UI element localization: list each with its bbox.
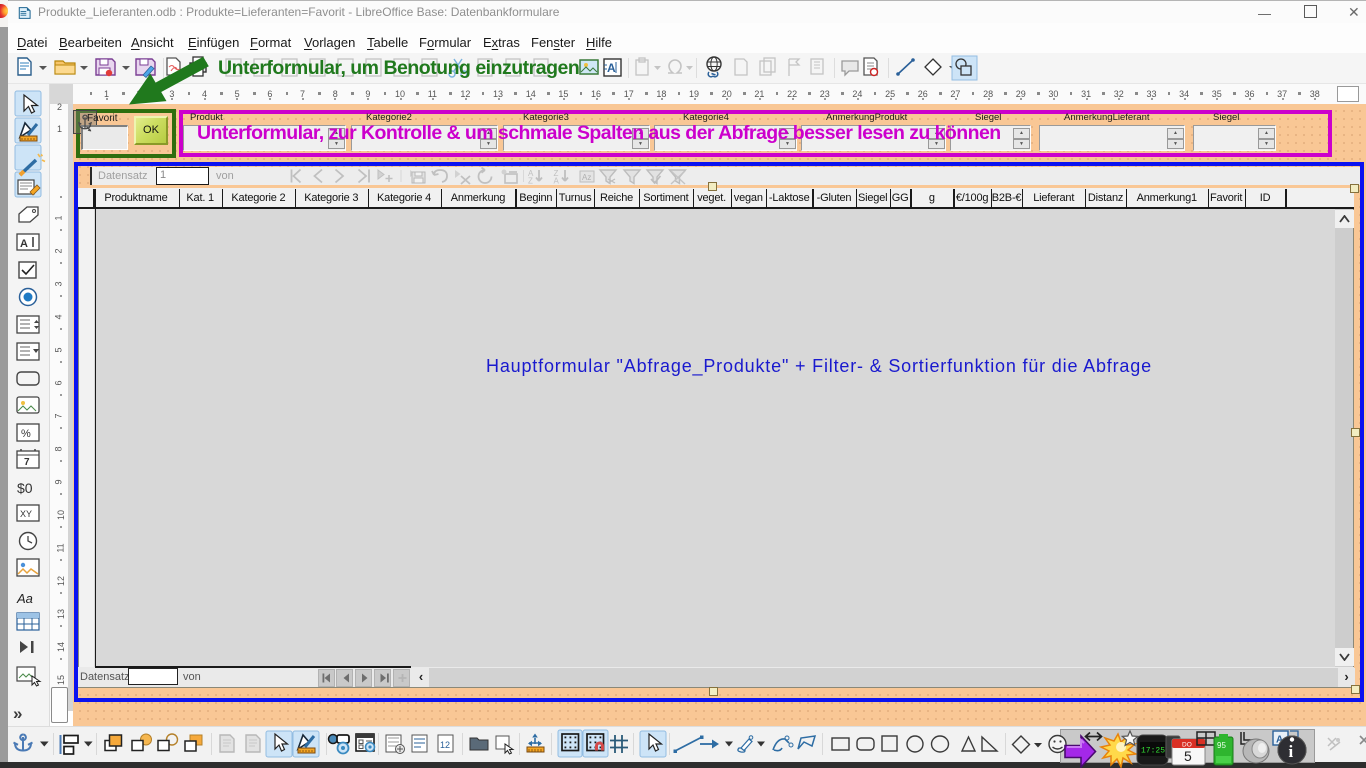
svg-text:$0: $0 (17, 480, 33, 496)
svg-text:7: 7 (24, 457, 30, 468)
svg-text:A: A (554, 177, 560, 186)
svg-text:A: A (20, 238, 28, 250)
svg-text:%: % (21, 428, 31, 440)
svg-text:Az: Az (582, 173, 591, 182)
svg-text:5: 5 (1184, 748, 1192, 764)
svg-text:XY: XY (20, 509, 32, 519)
svg-text:A: A (607, 61, 616, 75)
svg-text:12: 12 (440, 740, 450, 750)
svg-text:Aa: Aa (16, 591, 33, 606)
svg-text:95: 95 (1217, 741, 1226, 750)
svg-text:Z: Z (528, 177, 533, 186)
svg-text:17:25: 17:25 (1141, 747, 1165, 756)
svg-text:i: i (1289, 742, 1294, 761)
